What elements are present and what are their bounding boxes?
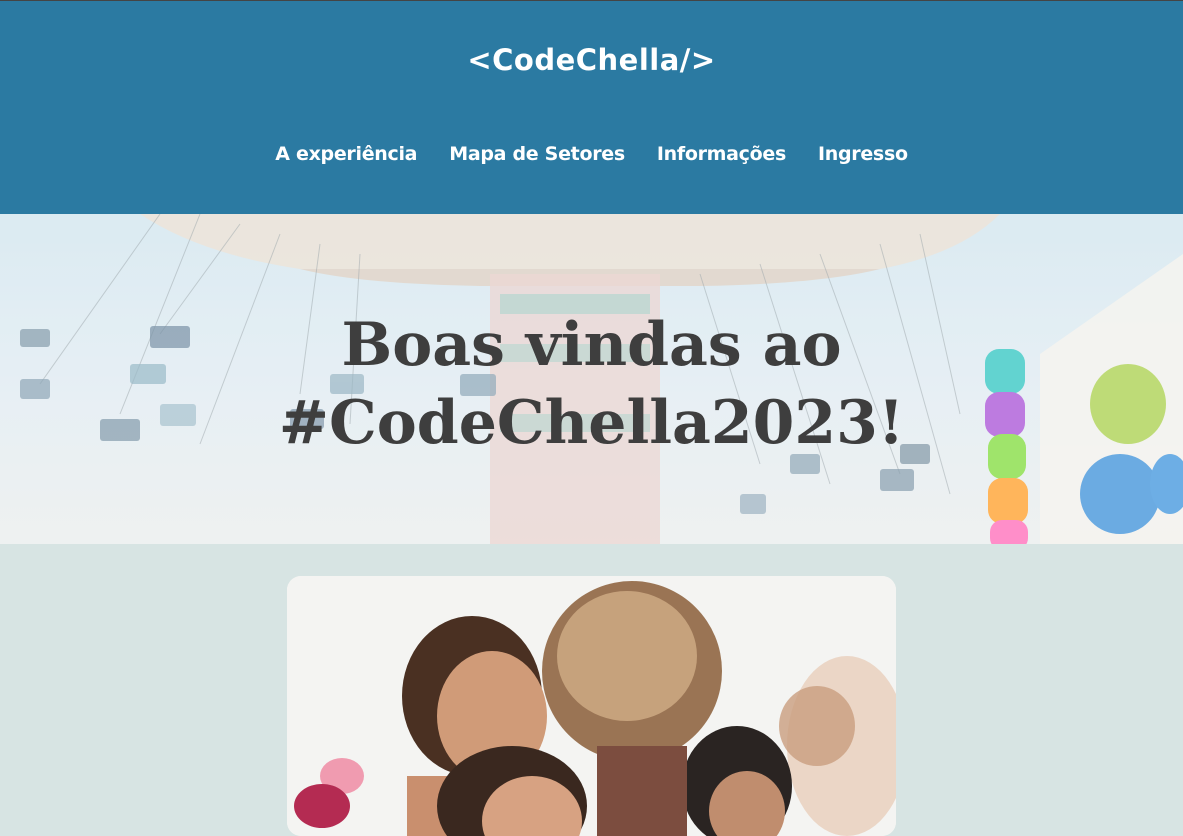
crowd-image (287, 576, 896, 836)
festival-crowd-photo (287, 576, 896, 836)
hero-title-line-1: Boas vindas ao (341, 310, 842, 380)
nav-link-experiencia[interactable]: A experiência (275, 143, 417, 165)
nav-link-ingresso[interactable]: Ingresso (818, 143, 908, 165)
hero-title: Boas vindas ao #CodeChella2023! (0, 306, 1183, 462)
site-logo[interactable]: <CodeChella/> (0, 43, 1183, 77)
hero-title-line-2: #CodeChella2023! (278, 388, 905, 458)
hero-banner: Boas vindas ao #CodeChella2023! (0, 214, 1183, 544)
nav-link-informacoes[interactable]: Informações (657, 143, 786, 165)
nav-link-mapa-de-setores[interactable]: Mapa de Setores (449, 143, 625, 165)
site-header: <CodeChella/> A experiência Mapa de Seto… (0, 0, 1183, 214)
main-nav: A experiência Mapa de Setores Informaçõe… (0, 143, 1183, 165)
